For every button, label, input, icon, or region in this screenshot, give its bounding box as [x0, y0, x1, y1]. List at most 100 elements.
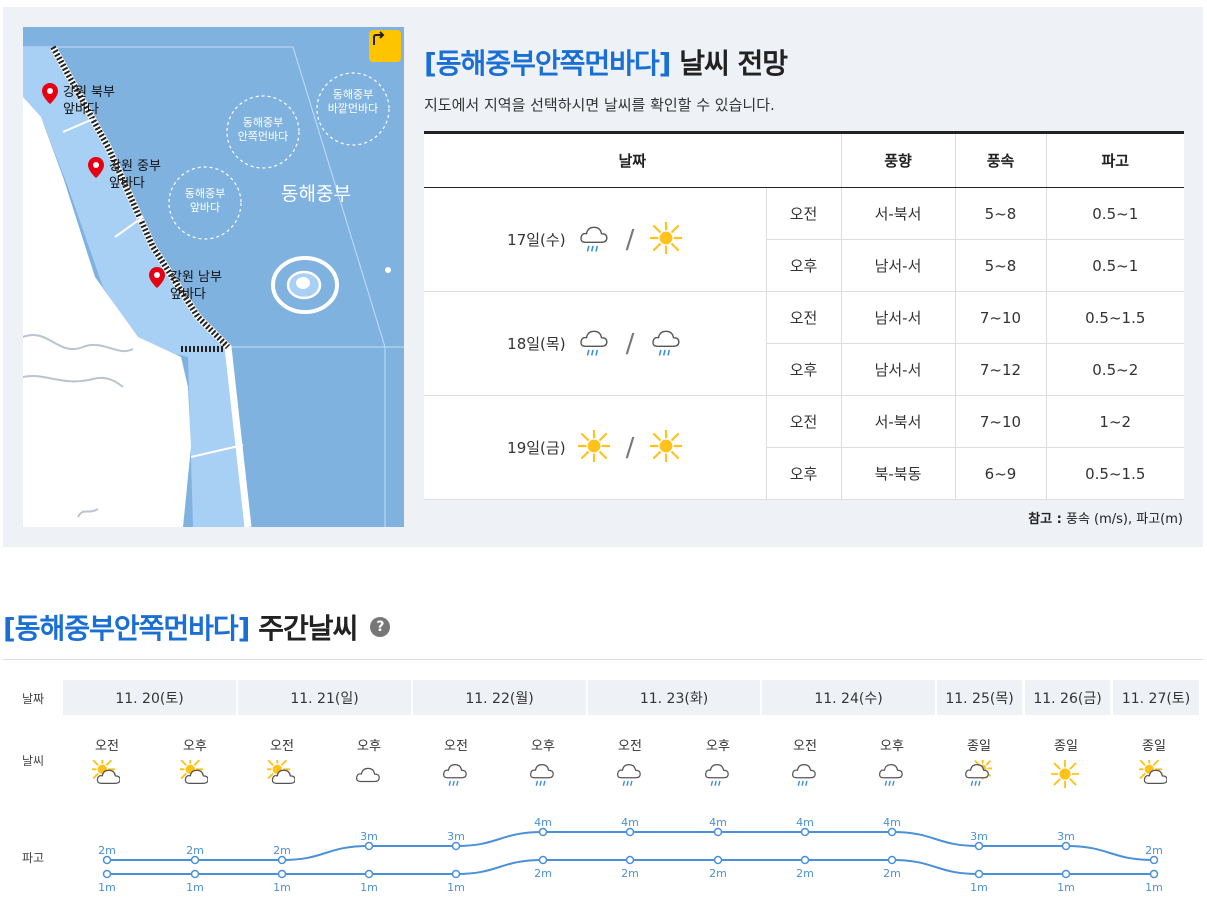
weekly-date-header: 11. 23(화): [588, 680, 760, 715]
forecast-title-region: [동해중부안쪽먼바다]: [424, 47, 671, 80]
zone-label-inner[interactable]: 동해중부 안쪽먼바다: [228, 116, 298, 144]
wave-point: [451, 869, 461, 879]
sun-icon: [648, 219, 685, 258]
rain-cloud-icon: [528, 760, 558, 788]
wave-label: 2m: [883, 867, 901, 880]
rain-cloud-icon: [652, 330, 680, 356]
forecast-table: 날짜 풍향 풍속 파고 17일(수) / 오전 서-북서 5~8 0.5~1 오…: [424, 131, 1184, 500]
pin-label-south[interactable]: 강원 남부 앞바다: [170, 269, 222, 303]
slash-divider: /: [625, 224, 635, 255]
rain-sun-cloud-icon: [964, 757, 994, 788]
rain-cloud-icon: [790, 760, 820, 788]
forecast-title-suffix: 날씨 전망: [679, 47, 788, 80]
rain-cloud-icon: [792, 764, 816, 786]
sun-icon: [648, 427, 685, 464]
sun-icon: [648, 427, 685, 466]
weekly-period-label: 오전: [270, 739, 294, 754]
rotate-arrow-icon: [373, 31, 385, 45]
wave-point: [713, 855, 723, 865]
wave-point: [800, 855, 810, 865]
wind-speed-cell: 5~8: [954, 187, 1046, 240]
forecast-description: 지도에서 지역을 선택하시면 날씨를 확인할 수 있습니다.: [424, 96, 775, 114]
wind-dir-cell: 서-북서: [840, 187, 955, 240]
sun-icon: [575, 427, 612, 466]
wave-cell: 0.5~2: [1045, 343, 1184, 396]
partly-cloudy-icon: [177, 756, 210, 788]
wave-point: [190, 869, 200, 879]
weekly-period-label: 종일: [967, 739, 991, 754]
wind-speed-cell: 7~10: [954, 395, 1046, 448]
weekly-period-label: 오전: [618, 739, 642, 754]
wave-label: 2m: [186, 844, 204, 857]
wave-point: [887, 855, 897, 865]
wave-label: 2m: [534, 867, 552, 880]
note-label: 참고 :: [1028, 512, 1062, 527]
rain-cloud-icon: [579, 330, 608, 356]
weekly-date-header: 11. 22(월): [413, 680, 586, 715]
date-cell: 19일(금) /: [424, 395, 766, 500]
weekly-period-label: 오전: [793, 739, 817, 754]
zone-label-nearshore[interactable]: 동해중부 앞바다: [170, 187, 240, 215]
wave-point: [625, 827, 635, 837]
partly-cloudy-icon: [89, 756, 121, 784]
wave-label: 1m: [186, 881, 204, 894]
cloud-icon: [356, 767, 380, 783]
partly-cloudy-icon: [1136, 756, 1169, 788]
weekly-title: [동해중부안쪽먼바다] 주간날씨 ?: [3, 607, 390, 647]
weekly-date-header: 11. 20(토): [63, 680, 236, 715]
wave-label: 3m: [447, 830, 465, 843]
weekly-period-label: 오후: [183, 739, 207, 754]
wave-label: 1m: [970, 881, 988, 894]
sun-icon: [1049, 758, 1081, 790]
partly-cloudy-icon: [1136, 756, 1168, 784]
wind-speed-cell: 6~9: [954, 447, 1046, 500]
wind-dir-cell: 북-북동: [840, 447, 955, 500]
wave-point: [364, 841, 374, 851]
wave-label: 2m: [98, 844, 116, 857]
wind-dir-cell: 서-북서: [840, 395, 955, 448]
weekly-period-label: 오후: [706, 739, 730, 754]
rain-cloud-icon: [578, 222, 610, 258]
units-note: 참고 : 풍속 (m/s), 파고(m): [1028, 508, 1183, 527]
wave-point: [1149, 855, 1159, 865]
pin-label-central[interactable]: 강원 중부 앞바다: [109, 158, 161, 192]
weekly-date-header: 11. 27(토): [1113, 680, 1199, 715]
rain-cloud-icon: [578, 326, 610, 362]
wave-cell: 0.5~1.5: [1045, 447, 1184, 500]
wave-label: 1m: [447, 881, 465, 894]
wave-label: 3m: [1057, 830, 1075, 843]
wave-point: [713, 827, 723, 837]
forecast-title: [동해중부안쪽먼바다] 날씨 전망: [424, 42, 788, 82]
wave-label: 4m: [796, 816, 814, 829]
map-reset-button[interactable]: [369, 30, 401, 62]
weekly-date-header: 11. 25(목): [937, 680, 1022, 715]
partly-cloudy-icon: [89, 756, 122, 788]
wave-point: [277, 869, 287, 879]
partly-cloudy-icon: [264, 756, 296, 784]
rain-cloud-icon: [441, 760, 471, 788]
pin-label-north[interactable]: 강원 북부 앞바다: [63, 84, 115, 118]
wave-cell: 0.5~1.5: [1045, 291, 1184, 344]
wave-label: 2m: [273, 844, 291, 857]
slash-divider: /: [625, 432, 635, 463]
slash-divider: /: [625, 328, 635, 359]
sun-icon: [648, 219, 685, 256]
wave-chart: 2m 2m 2m 3m 3m 4m 4m 4m 4m 4m 3m 3m 2m 1m 1m 1m 1m 1m 2m 2m…: [98, 816, 1163, 894]
wave-label: 2m: [1145, 844, 1163, 857]
rain-cloud-icon: [650, 326, 682, 362]
day-date: 19일(금): [507, 439, 566, 457]
wave-label: 3m: [360, 830, 378, 843]
table-row: 18일(목) / 오전 남서-서 7~10 0.5~1.5: [424, 291, 1184, 396]
weekly-period-label: 오전: [95, 739, 119, 754]
rain-cloud-icon: [877, 760, 907, 788]
weekly-date-header: 11. 21(일): [238, 680, 411, 715]
region-map[interactable]: 강원 북부 앞바다 강원 중부 앞바다 강원 남부 앞바다 동해중부 바깥먼바다…: [23, 27, 404, 527]
zone-label-outer[interactable]: 동해중부 바깥먼바다: [318, 88, 388, 116]
wave-point: [1149, 869, 1159, 879]
wave-label: 3m: [970, 830, 988, 843]
wave-point: [364, 869, 374, 879]
wave-label: 1m: [360, 881, 378, 894]
help-icon[interactable]: ?: [369, 617, 390, 637]
rain-cloud-icon: [705, 764, 729, 786]
rain-cloud-icon: [879, 764, 903, 786]
